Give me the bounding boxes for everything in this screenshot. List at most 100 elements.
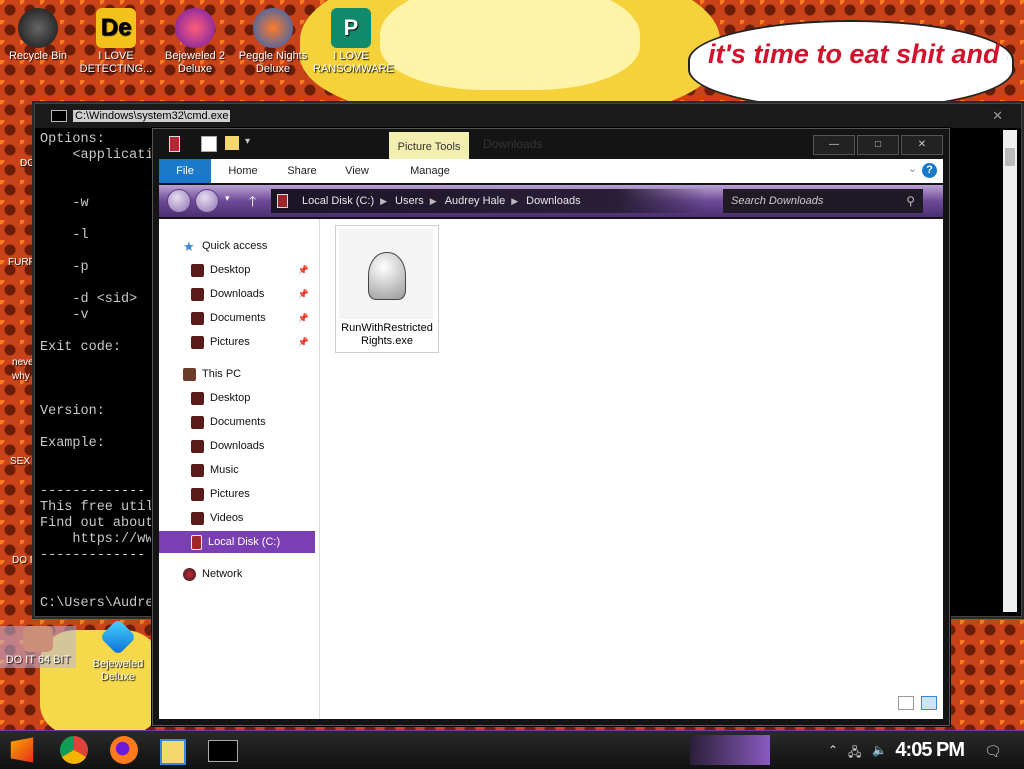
search-input[interactable]: Search Downloads ⚲ [723, 189, 923, 213]
recent-locations-chevron-icon[interactable]: ▾ [225, 193, 230, 204]
new-folder-icon[interactable] [225, 136, 239, 150]
nav-pc-pictures[interactable]: Pictures [191, 483, 250, 505]
chrome-icon[interactable] [60, 736, 88, 764]
back-button[interactable] [167, 189, 191, 213]
customize-chevron-icon[interactable]: ▾ [245, 136, 259, 150]
file-item[interactable]: RunWithRestrictedRights.exe [335, 225, 439, 353]
nav-quick-documents[interactable]: Documents 📌 [191, 307, 315, 329]
chevron-up-icon[interactable]: ⌃ [828, 743, 838, 757]
desktop-partial-label: DO I [12, 555, 33, 566]
breadcrumb-separator-icon[interactable]: ▶ [430, 196, 437, 207]
nav-pc-documents[interactable]: Documents [191, 411, 266, 433]
pin-icon[interactable]: 📌 [298, 259, 309, 281]
taskbar-decoration [690, 735, 770, 765]
desktop-icon-bejeweled-2[interactable]: Bejeweled 2 Deluxe [157, 8, 233, 76]
breadcrumb-item[interactable]: Local Disk (C:) [302, 195, 374, 207]
drive-icon[interactable] [169, 136, 180, 152]
forward-button[interactable] [195, 189, 219, 213]
nav-label: Local Disk (C:) [208, 536, 281, 548]
desktop-partial-label: DO [20, 158, 35, 169]
file-explorer-icon[interactable] [160, 739, 186, 765]
nav-quick-downloads[interactable]: Downloads 📌 [191, 283, 315, 305]
pin-icon[interactable]: 📌 [298, 331, 309, 353]
search-icon[interactable]: ⚲ [906, 189, 915, 213]
desktop-partial-label: neve [12, 357, 34, 368]
firefox-icon[interactable] [110, 736, 138, 764]
explorer-window[interactable]: ▾ Picture Tools Downloads — □ ✕ File Hom… [152, 128, 950, 726]
nav-this-pc[interactable]: This PC [183, 363, 241, 385]
nav-local-disk[interactable]: Local Disk (C:) [159, 531, 315, 553]
notification-icon[interactable]: 🗨 [984, 743, 1002, 760]
videos-folder-icon [191, 511, 204, 525]
nav-quick-access[interactable]: ★ Quick access [183, 235, 267, 257]
breadcrumb-item[interactable]: Downloads [526, 195, 580, 207]
scrollbar-thumb[interactable] [1005, 148, 1015, 166]
breadcrumb-separator-icon[interactable]: ▶ [380, 196, 387, 207]
clock[interactable]: 4:05 PM [895, 739, 965, 762]
desktop-icon-label: Peggle Nights Deluxe [238, 50, 308, 75]
up-arrow-icon[interactable]: 🡑 [249, 191, 256, 215]
desktop-partial-label: SEX [10, 456, 31, 467]
desktop-folder-icon [191, 391, 204, 405]
documents-folder-icon [191, 415, 204, 429]
nav-label: Pictures [210, 488, 250, 500]
volume-icon[interactable]: 🔈 [872, 743, 887, 757]
nav-network[interactable]: Network [183, 563, 242, 585]
nav-pc-music[interactable]: Music [191, 459, 239, 481]
ribbon-context-tab[interactable]: Picture Tools [389, 132, 469, 159]
start-button[interactable] [10, 737, 34, 763]
desktop-icon-ransomware[interactable]: P I LOVE RANSOMWARE [313, 8, 394, 76]
network-icon[interactable]: 🖧 [848, 743, 861, 764]
nav-label: This PC [202, 368, 242, 380]
cmd-scrollbar[interactable] [1003, 130, 1017, 612]
help-icon[interactable]: ? [922, 163, 937, 178]
nav-quick-pictures[interactable]: Pictures 📌 [191, 331, 315, 353]
maximize-button[interactable]: □ [857, 135, 899, 155]
nav-quick-desktop[interactable]: Desktop 📌 [191, 259, 315, 281]
chevron-down-icon[interactable]: ⌄ [908, 162, 917, 175]
view-switcher [897, 696, 937, 713]
nav-label: Quick access [202, 240, 268, 252]
minimize-button[interactable]: — [813, 135, 855, 155]
breadcrumb-separator-icon[interactable]: ▶ [511, 196, 518, 207]
drive-icon [277, 194, 288, 208]
desktop-icon-label: Bejeweled Deluxe [92, 658, 144, 683]
nav-label: Documents [210, 416, 266, 428]
desktop-icon-recycle-bin[interactable]: Recycle Bin [0, 8, 76, 63]
nav-pc-videos[interactable]: Videos [191, 507, 243, 529]
nav-pc-desktop[interactable]: Desktop [191, 387, 250, 409]
tab-share[interactable]: Share [277, 159, 327, 183]
desktop-icon-do-it-64-bit[interactable]: DO IT 64 BIT [0, 626, 76, 668]
tab-file[interactable]: File [159, 159, 211, 183]
cmd-title: C:\Windows\system32\cmd.exe [73, 110, 231, 122]
pictures-folder-icon [191, 487, 204, 501]
tab-view[interactable]: View [335, 159, 379, 183]
tab-manage[interactable]: Manage [395, 159, 465, 183]
search-placeholder: Search Downloads [731, 195, 824, 207]
pin-icon[interactable]: 📌 [298, 283, 309, 305]
breadcrumb-item[interactable]: Audrey Hale [445, 195, 506, 207]
pictures-folder-icon [191, 335, 204, 349]
close-button[interactable]: ✕ [901, 135, 943, 155]
tab-home[interactable]: Home [219, 159, 267, 183]
desktop-partial-label: why [12, 371, 30, 382]
desktop-icon-bejeweled-deluxe[interactable]: Bejeweled Deluxe [80, 618, 156, 684]
cmd-taskbar-icon[interactable] [208, 740, 238, 762]
taskbar: ⌃ 🖧 🔈 4:05 PM 🗨 [0, 730, 1024, 769]
nav-pc-downloads[interactable]: Downloads [191, 435, 264, 457]
breadcrumb-item[interactable]: Users [395, 195, 424, 207]
details-view-icon[interactable] [897, 696, 914, 710]
ribbon-tabs: File Home Share View Manage ⌄ ? [159, 159, 943, 183]
bejeweled-deluxe-icon [99, 618, 137, 656]
desktop-icon-label: I LOVE DETECTING... [79, 50, 153, 75]
file-name: RunWithRestrictedRights.exe [341, 322, 433, 347]
properties-icon[interactable] [201, 136, 217, 152]
cmd-title-bar[interactable]: C:\Windows\system32\cmd.exe [35, 104, 1021, 128]
desktop-icon-detecting[interactable]: De I LOVE DETECTING... [78, 8, 154, 76]
desktop-icon-peggle[interactable]: Peggle Nights Deluxe [235, 8, 311, 76]
pin-icon[interactable]: 📌 [298, 307, 309, 329]
address-bar[interactable]: Local Disk (C:) ▶ Users ▶ Audrey Hale ▶ Dow… [271, 189, 707, 213]
close-icon[interactable]: ✕ [992, 108, 1003, 124]
large-icons-view-icon[interactable] [921, 696, 937, 710]
nav-label: Music [210, 464, 239, 476]
